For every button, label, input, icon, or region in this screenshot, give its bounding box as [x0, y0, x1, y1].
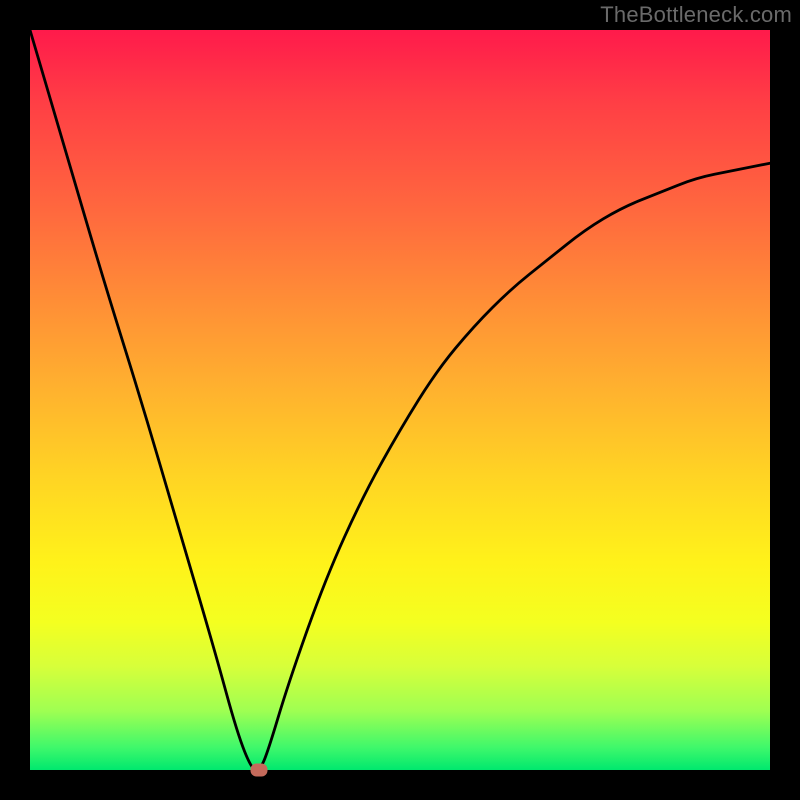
watermark-label: TheBottleneck.com [600, 2, 792, 28]
minimum-marker [251, 764, 268, 777]
chart-frame: TheBottleneck.com [0, 0, 800, 800]
plot-area [30, 30, 770, 770]
bottleneck-curve [30, 30, 770, 770]
